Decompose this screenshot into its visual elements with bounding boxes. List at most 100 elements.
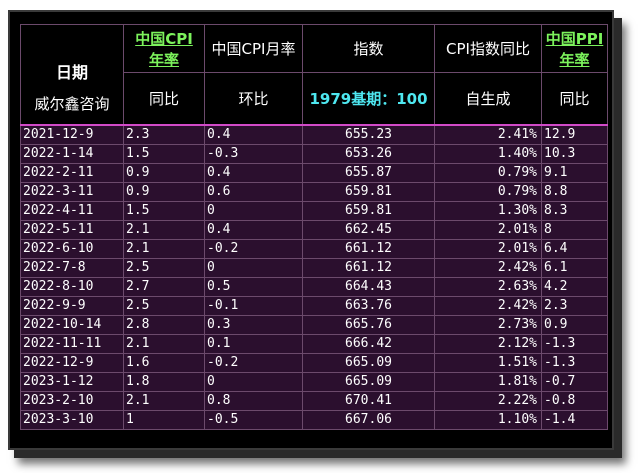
cpi-mom-cell: -0.3 (204, 143, 303, 164)
cpi-mom-cell: -0.2 (204, 238, 303, 259)
cpi-yoy-cell: 2.5 (123, 295, 205, 316)
cpi-yoy-header-line1[interactable]: 中国CPI (135, 30, 193, 48)
index-cell: 665.09 (302, 371, 435, 392)
index-yoy-cell: 1.51% (434, 352, 542, 373)
cpi-yoy-cell: 1.6 (123, 352, 205, 373)
index-cell: 666.42 (302, 333, 435, 354)
ppi-yoy-cell: -0.7 (541, 371, 608, 392)
header-row-top: 日期 威尔鑫咨询 中国CPI 年率 中国CPI月率 指数 CPI指数同比 中国P… (20, 24, 608, 125)
index-cell: 663.76 (302, 295, 435, 316)
table-row: 2022-1-14 1.5 -0.3 653.26 1.40% 10.3 (20, 143, 608, 164)
cpi-yoy-cell: 0.9 (123, 181, 205, 202)
index-yoy-cell: 2.73% (434, 314, 542, 335)
cpi-mom-cell: 0.3 (204, 314, 303, 335)
cpi-yoy-cell: 2.1 (123, 219, 205, 240)
cpi-mom-header: 中国CPI月率 (204, 24, 303, 73)
index-yoy-cell: 2.01% (434, 219, 542, 240)
index-cell: 665.76 (302, 314, 435, 335)
index-yoy-cell: 1.81% (434, 371, 542, 392)
cpi-yoy-cell: 1.8 (123, 371, 205, 392)
index-cell: 664.43 (302, 276, 435, 297)
cpi-yoy-cell: 1.5 (123, 200, 205, 221)
ppi-yoy-cell: 6.1 (541, 257, 608, 278)
ppi-header-line2[interactable]: 年率 (559, 51, 589, 69)
date-cell: 2023-2-10 (20, 390, 124, 411)
date-cell: 2022-9-9 (20, 295, 124, 316)
ppi-yoy-cell: 4.2 (541, 276, 608, 297)
table-body: 2021-12-9 2.3 0.4 655.23 2.41% 12.9 2022-1-14 1… (20, 124, 608, 430)
date-cell: 2022-1-14 (20, 143, 124, 164)
index-yoy-subheader: 自生成 (434, 72, 542, 125)
index-cell: 661.12 (302, 257, 435, 278)
table-row: 2022-6-10 2.1 -0.2 661.12 2.01% 6.4 (20, 238, 608, 259)
date-header-cell: 日期 威尔鑫咨询 (20, 24, 124, 125)
cpi-yoy-cell: 1 (123, 409, 205, 430)
table-row: 2022-9-9 2.5 -0.1 663.76 2.42% 2.3 (20, 295, 608, 316)
index-cell: 659.81 (302, 200, 435, 221)
date-cell: 2022-7-8 (20, 257, 124, 278)
date-cell: 2021-12-9 (20, 124, 124, 145)
ppi-yoy-cell: 2.3 (541, 295, 608, 316)
table-row: 2022-11-11 2.1 0.1 666.42 2.12% -1.3 (20, 333, 608, 354)
cpi-yoy-cell: 2.3 (123, 124, 205, 145)
index-yoy-cell: 1.40% (434, 143, 542, 164)
index-base-subheader: 1979基期：100 (302, 72, 435, 125)
index-cell: 655.23 (302, 124, 435, 145)
ppi-yoy-cell: 8.3 (541, 200, 608, 221)
date-header: 日期 (55, 62, 88, 82)
cpi-yoy-cell: 0.9 (123, 162, 205, 183)
cpi-mom-subheader: 环比 (204, 72, 303, 125)
table-row: 2022-8-10 2.7 0.5 664.43 2.63% 4.2 (20, 276, 608, 297)
date-cell: 2022-11-11 (20, 333, 124, 354)
cpi-yoy-header[interactable]: 中国CPI 年率 (123, 24, 205, 73)
index-yoy-cell: 1.30% (434, 200, 542, 221)
cpi-yoy-cell: 2.1 (123, 238, 205, 259)
source-label: 威尔鑫咨询 (34, 94, 110, 113)
cpi-data-table: 日期 威尔鑫咨询 中国CPI 年率 中国CPI月率 指数 CPI指数同比 中国P… (20, 24, 608, 430)
index-cell: 662.45 (302, 219, 435, 240)
cpi-yoy-cell: 2.1 (123, 333, 205, 354)
table-row: 2022-2-11 0.9 0.4 655.87 0.79% 9.1 (20, 162, 608, 183)
table-row: 2022-3-11 0.9 0.6 659.81 0.79% 8.8 (20, 181, 608, 202)
cpi-mom-cell: -0.1 (204, 295, 303, 316)
ppi-header-line1[interactable]: 中国PPI (546, 30, 604, 48)
cpi-mom-cell: 0.1 (204, 333, 303, 354)
index-cell: 659.81 (302, 181, 435, 202)
date-cell: 2023-1-12 (20, 371, 124, 392)
index-yoy-cell: 1.10% (434, 409, 542, 430)
index-header: 指数 (302, 24, 435, 73)
ppi-yoy-cell: -1.3 (541, 352, 608, 373)
table-row: 2021-12-9 2.3 0.4 655.23 2.41% 12.9 (20, 124, 608, 145)
ppi-yoy-cell: 0.9 (541, 314, 608, 335)
ppi-yoy-header[interactable]: 中国PPI 年率 (541, 24, 608, 73)
date-cell: 2022-2-11 (20, 162, 124, 183)
index-yoy-cell: 2.01% (434, 238, 542, 259)
table-row: 2022-7-8 2.5 0 661.12 2.42% 6.1 (20, 257, 608, 278)
cpi-yoy-subheader: 同比 (123, 72, 205, 125)
ppi-yoy-cell: -1.3 (541, 333, 608, 354)
cpi-yoy-cell: 2.8 (123, 314, 205, 335)
index-yoy-cell: 0.79% (434, 181, 542, 202)
ppi-yoy-cell: -0.8 (541, 390, 608, 411)
ppi-yoy-cell: 6.4 (541, 238, 608, 259)
cpi-mom-cell: 0.4 (204, 124, 303, 145)
cpi-mom-cell: -0.2 (204, 352, 303, 373)
index-yoy-cell: 2.22% (434, 390, 542, 411)
ppi-yoy-cell: 9.1 (541, 162, 608, 183)
cpi-mom-cell: 0 (204, 371, 303, 392)
index-yoy-cell: 2.42% (434, 257, 542, 278)
index-cell: 653.26 (302, 143, 435, 164)
ppi-yoy-cell: 10.3 (541, 143, 608, 164)
index-cell: 665.09 (302, 352, 435, 373)
index-yoy-cell: 2.12% (434, 333, 542, 354)
date-cell: 2023-3-10 (20, 409, 124, 430)
cpi-yoy-cell: 1.5 (123, 143, 205, 164)
cpi-mom-cell: 0.8 (204, 390, 303, 411)
ppi-yoy-cell: 8 (541, 219, 608, 240)
table-row: 2022-10-14 2.8 0.3 665.76 2.73% 0.9 (20, 314, 608, 335)
table-row: 2023-3-10 1 -0.5 667.06 1.10% -1.4 (20, 409, 608, 430)
index-cell: 670.41 (302, 390, 435, 411)
cpi-yoy-header-line2[interactable]: 年率 (149, 51, 179, 69)
cpi-yoy-cell: 2.1 (123, 390, 205, 411)
ppi-yoy-cell: -1.4 (541, 409, 608, 430)
